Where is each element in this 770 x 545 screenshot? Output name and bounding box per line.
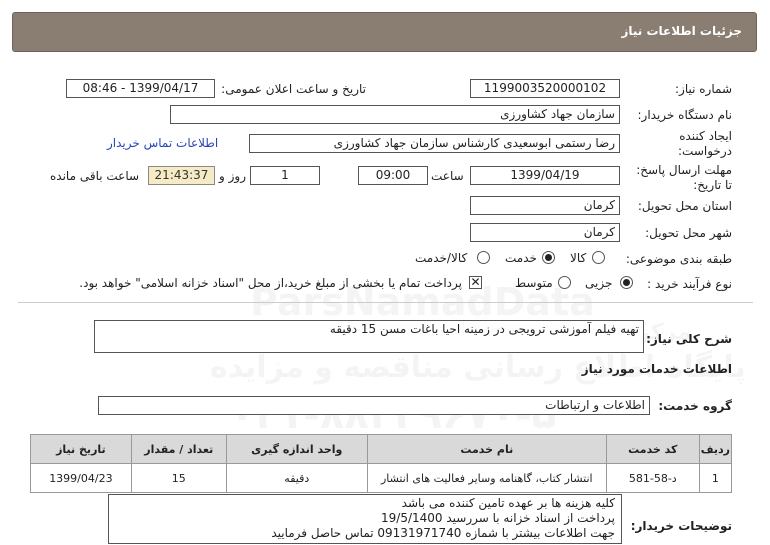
category-radio-goods[interactable] — [592, 251, 605, 264]
process-radio-minor[interactable] — [620, 276, 633, 289]
payment-note: پرداخت تمام یا بخشی از مبلغ خرید،از محل … — [79, 276, 462, 290]
remaining-time-field: 21:43:37 — [148, 166, 215, 185]
cell-need-date: 1399/04/23 — [30, 463, 132, 493]
page-title: جزئیات اطلاعات نیاز — [621, 24, 742, 38]
announce-label: تاریخ و ساعت اعلان عمومی: — [221, 82, 366, 96]
buyer-notes-line: کلیه هزینه ها بر عهده تامین کننده می باش… — [401, 496, 615, 510]
creator-label-1: ایجاد کننده — [679, 129, 732, 143]
cell-row-number: 1 — [698, 463, 733, 493]
divider-top — [18, 302, 753, 303]
buyer-notes-label: توضیحات خریدار: — [630, 519, 732, 533]
cell-service-code: د-58-581 — [605, 463, 700, 493]
col-header-service-code: کد خدمت — [605, 434, 700, 464]
category-label: طبقه بندی موضوعی: — [625, 252, 732, 266]
city-field: کرمان — [470, 223, 620, 242]
deadline-time-label: ساعت — [431, 169, 464, 183]
table-header-row: ردیف کد خدمت نام خدمت واحد اندازه گیری ت… — [30, 434, 733, 464]
cell-service-name: انتشار کتاب، گاهنامه وسایر فعالیت های ان… — [366, 463, 607, 493]
buyer-org-label: نام دستگاه خریدار: — [637, 108, 733, 122]
days-field: 1 — [250, 166, 320, 185]
need-number-field: 1199003520000102 — [470, 79, 620, 98]
deadline-label-2: تا تاریخ: — [693, 178, 732, 192]
process-option-minor: جزیی — [585, 276, 613, 290]
creator-label-2: درخواست: — [678, 144, 732, 158]
province-field: کرمان — [470, 196, 620, 215]
process-option-medium: متوسط — [515, 276, 553, 290]
summary-label: شرح کلی نیاز: — [646, 332, 732, 346]
deadline-date-field: 1399/04/19 — [470, 166, 620, 185]
buyer-notes-line: جهت اطلاعات بیشتر با شمازه 09131971740 ت… — [271, 526, 615, 540]
cell-quantity: 15 — [130, 463, 227, 493]
province-label: استان محل تحویل: — [637, 199, 732, 213]
buyer-notes-field: کلیه هزینه ها بر عهده تامین کننده می باش… — [108, 494, 622, 544]
col-header-quantity: تعداد / مقدار — [130, 434, 227, 464]
category-option-goods: کالا — [570, 251, 587, 265]
col-header-service-name: نام خدمت — [366, 434, 607, 464]
creator-field: رضا رستمی ابوسعیدی کارشناس سازمان جهاد ک… — [249, 134, 620, 153]
col-header-row-number: ردیف — [698, 434, 733, 464]
city-label: شهر محل تحویل: — [645, 226, 732, 240]
page-header: جزئیات اطلاعات نیاز — [12, 12, 757, 52]
announce-field: 1399/04/17 - 08:46 — [66, 79, 215, 98]
process-label: نوع فرآیند خرید : — [647, 277, 732, 291]
remaining-label: ساعت باقی مانده — [50, 169, 140, 183]
buyer-notes-line: پرداخت از اسناد خزانه با سررسید 19/5/140… — [381, 511, 615, 525]
payment-checkbox[interactable]: ✕ — [469, 276, 482, 289]
need-number-label: شماره نیاز: — [675, 82, 732, 96]
service-group-label: گروه خدمت: — [658, 399, 732, 413]
services-table: ردیف کد خدمت نام خدمت واحد اندازه گیری ت… — [30, 434, 733, 493]
buyer-org-field: سازمان جهاد کشاورزی — [170, 105, 620, 124]
process-radio-medium[interactable] — [558, 276, 571, 289]
category-option-both: کالا/خدمت — [415, 251, 468, 265]
contact-info-link[interactable]: اطلاعات تماس خریدار — [107, 136, 218, 150]
deadline-label-1: مهلت ارسال پاسخ: — [636, 163, 732, 177]
col-header-unit: واحد اندازه گیری — [225, 434, 368, 464]
cell-unit: دقیقه — [225, 463, 368, 493]
summary-field: تهیه فیلم آموزشی ترویجی در زمینه احیا با… — [94, 320, 644, 353]
table-row: 1 د-58-581 انتشار کتاب، گاهنامه وسایر فع… — [30, 463, 733, 493]
category-radio-service[interactable] — [542, 251, 555, 264]
category-radio-both[interactable] — [477, 251, 490, 264]
service-group-field: اطلاعات و ارتباطات — [98, 396, 650, 415]
category-option-service: خدمت — [505, 251, 537, 265]
services-section-title: اطلاعات خدمات مورد نیاز — [581, 362, 732, 376]
col-header-need-date: تاریخ نیاز — [30, 434, 132, 464]
deadline-time-field: 09:00 — [358, 166, 428, 185]
days-label: روز و — [219, 169, 246, 183]
